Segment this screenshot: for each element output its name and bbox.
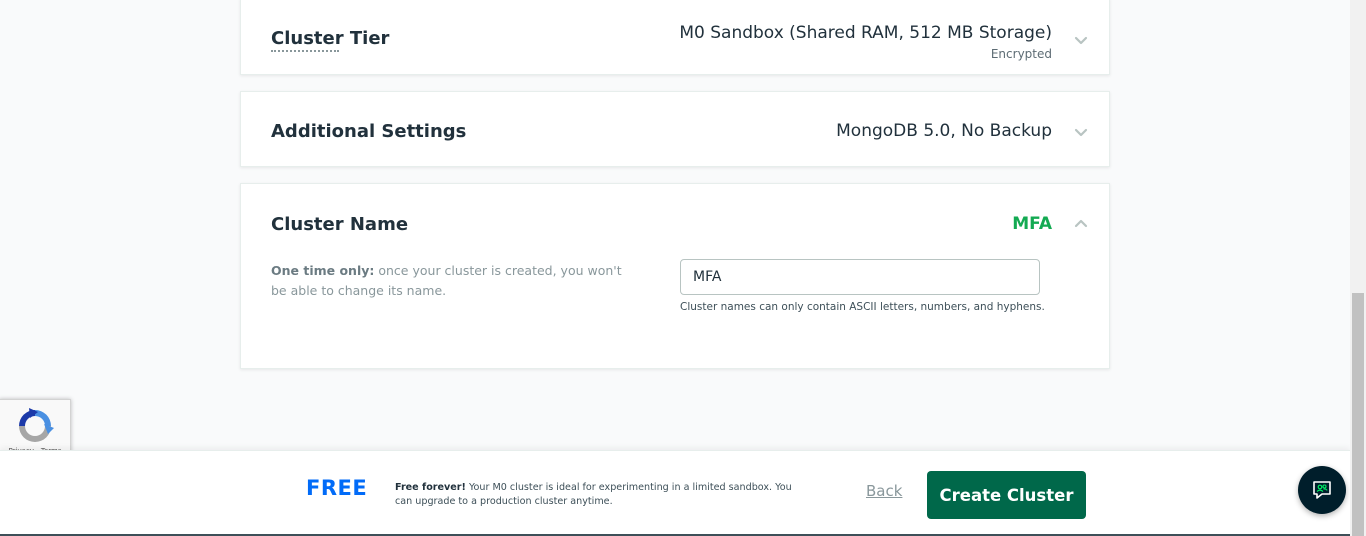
- chat-icon: [1313, 481, 1331, 499]
- chevron-down-icon[interactable]: [1073, 32, 1089, 48]
- additional-settings-panel[interactable]: Additional Settings MongoDB 5.0, No Back…: [240, 91, 1110, 167]
- price-label: FREE: [306, 476, 368, 500]
- cluster-name-note: One time only: once your cluster is crea…: [271, 261, 631, 301]
- free-description-bold: Free forever!: [395, 482, 466, 493]
- create-cluster-button[interactable]: Create Cluster: [927, 471, 1086, 519]
- cluster-tier-value: M0 Sandbox (Shared RAM, 512 MB Storage): [679, 23, 1052, 43]
- free-description: Free forever! Your M0 cluster is ideal f…: [395, 481, 800, 509]
- cluster-name-value: MFA: [1012, 214, 1052, 234]
- cluster-name-input[interactable]: [680, 259, 1040, 295]
- footer-bar: FREE Free forever! Your M0 cluster is id…: [0, 450, 1350, 536]
- chat-button[interactable]: [1298, 466, 1346, 514]
- scrollbar-thumb[interactable]: [1352, 293, 1364, 536]
- cluster-name-hint: Cluster names can only contain ASCII let…: [680, 301, 1045, 313]
- additional-settings-value: MongoDB 5.0, No Backup: [836, 121, 1052, 141]
- cluster-tier-panel[interactable]: Cluster Tier M0 Sandbox (Shared RAM, 512…: [240, 0, 1110, 75]
- chevron-down-icon[interactable]: [1073, 124, 1089, 140]
- page-scrollbar[interactable]: [1350, 0, 1366, 536]
- cluster-name-panel: Cluster Name MFA One time only: once you…: [240, 183, 1110, 369]
- cluster-tier-title-underline: [271, 50, 339, 52]
- cluster-tier-encrypted-label: Encrypted: [990, 47, 1052, 61]
- cluster-tier-title: Cluster Tier: [271, 28, 390, 49]
- cluster-name-title: Cluster Name: [271, 214, 409, 235]
- cluster-name-note-bold: One time only:: [271, 263, 375, 278]
- back-link[interactable]: Back: [866, 482, 902, 500]
- recaptcha-icon: [19, 408, 54, 442]
- additional-settings-title: Additional Settings: [271, 121, 467, 142]
- chevron-up-icon[interactable]: [1073, 216, 1089, 232]
